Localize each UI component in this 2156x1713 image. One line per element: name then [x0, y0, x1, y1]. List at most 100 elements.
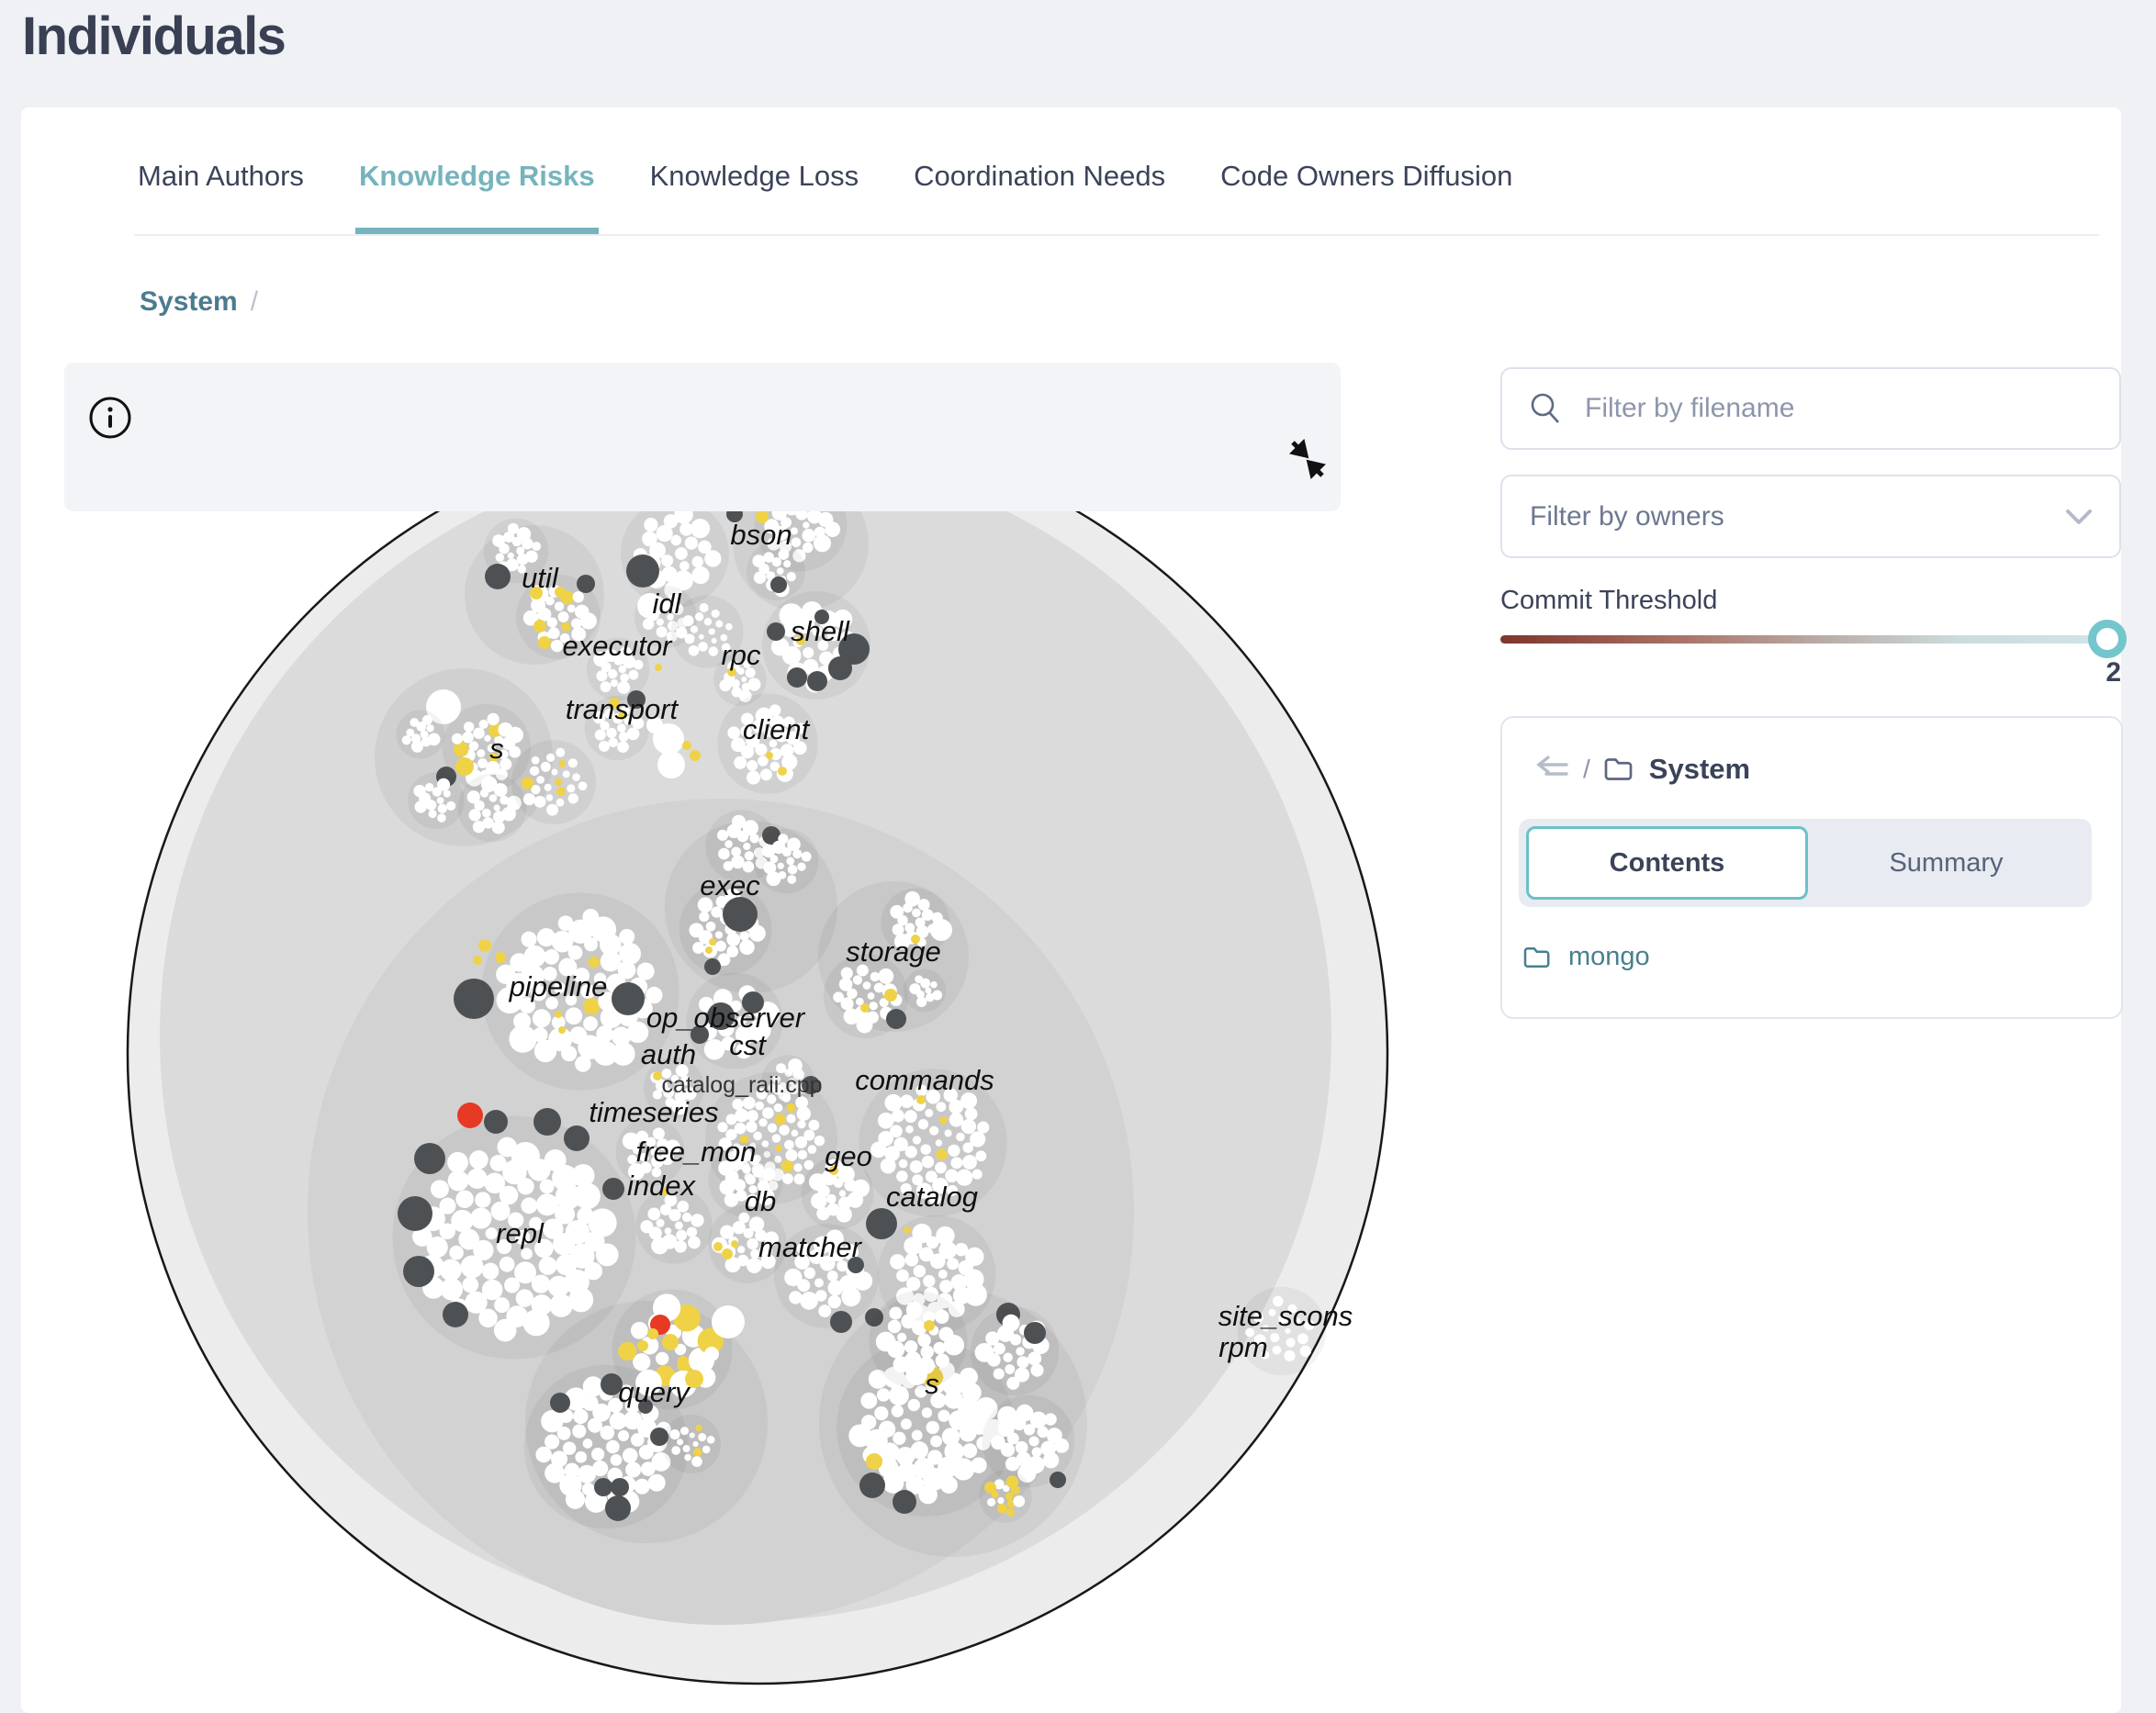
file-dot[interactable] [940, 1476, 958, 1494]
file-dot[interactable] [878, 1113, 894, 1129]
file-dot[interactable] [1029, 1436, 1039, 1446]
yellow-file-dot[interactable] [558, 1026, 566, 1034]
file-dot[interactable] [874, 1406, 888, 1420]
file-dot[interactable] [690, 1433, 695, 1439]
file-dot[interactable] [800, 1292, 818, 1310]
file-dot[interactable] [972, 1170, 983, 1180]
file-dot[interactable] [775, 1114, 786, 1125]
file-dot[interactable] [908, 1399, 920, 1411]
file-dot[interactable] [870, 1002, 878, 1010]
dark-file-dot[interactable] [866, 1208, 897, 1239]
file-dot[interactable] [556, 787, 566, 796]
file-dot[interactable] [734, 756, 747, 769]
file-dot[interactable] [438, 804, 447, 813]
file-dot[interactable] [715, 621, 723, 628]
dark-file-dot[interactable] [564, 1125, 590, 1151]
file-dot[interactable] [936, 1102, 946, 1112]
file-dot[interactable] [477, 749, 485, 757]
tab-contents[interactable]: Contents [1526, 826, 1808, 900]
file-dot[interactable] [890, 1254, 905, 1270]
yellow-file-dot[interactable] [495, 952, 506, 963]
file-dot[interactable] [702, 1446, 711, 1454]
file-dot[interactable] [778, 834, 788, 844]
file-dot[interactable] [685, 536, 698, 549]
file-dot[interactable] [643, 619, 654, 630]
file-dot[interactable] [900, 1094, 914, 1108]
dark-file-dot[interactable] [723, 897, 758, 932]
file-dot[interactable] [504, 1277, 520, 1293]
file-dot[interactable] [1030, 1364, 1043, 1377]
file-dot[interactable] [970, 1131, 985, 1147]
file-dot[interactable] [1054, 1439, 1069, 1453]
file-dot[interactable] [494, 1297, 510, 1313]
file-dot[interactable] [619, 929, 634, 945]
yellow-file-dot[interactable] [916, 1095, 926, 1104]
file-dot[interactable] [595, 729, 606, 740]
file-dot[interactable] [687, 1226, 697, 1237]
file-dot[interactable] [718, 848, 730, 860]
file-dot[interactable] [568, 1287, 593, 1312]
file-dot[interactable] [561, 1046, 577, 1061]
file-dot[interactable] [481, 776, 498, 792]
file-dot[interactable] [677, 1201, 689, 1213]
file-dot[interactable] [516, 1289, 533, 1306]
dark-file-dot[interactable] [577, 575, 595, 593]
file-dot[interactable] [546, 754, 555, 762]
file-dot[interactable] [803, 647, 814, 658]
yellow-file-dot[interactable] [866, 1453, 882, 1470]
file-dot[interactable] [698, 1433, 706, 1441]
file-dot[interactable] [601, 681, 612, 692]
file-dot[interactable] [792, 537, 802, 547]
file-dot[interactable] [731, 856, 745, 869]
file-dot[interactable] [715, 931, 723, 938]
file-dot[interactable] [676, 627, 688, 639]
file-dot[interactable] [1003, 1315, 1020, 1332]
file-dot[interactable] [965, 1248, 983, 1266]
file-dot[interactable] [741, 677, 747, 682]
file-dot[interactable] [492, 821, 505, 834]
file-dot[interactable] [868, 992, 875, 1000]
file-dot[interactable] [939, 1116, 947, 1124]
file-dot[interactable] [449, 1246, 464, 1260]
file-dot[interactable] [905, 1253, 919, 1267]
file-dot[interactable] [798, 1150, 807, 1159]
file-dot[interactable] [991, 1436, 1005, 1450]
file-dot[interactable] [897, 1333, 906, 1342]
file-dot[interactable] [888, 1320, 902, 1334]
file-dot[interactable] [920, 1144, 931, 1155]
file-dot[interactable] [904, 1110, 917, 1123]
file-dot[interactable] [617, 741, 629, 753]
file-dot[interactable] [651, 1237, 668, 1255]
file-dot[interactable] [665, 1227, 672, 1235]
file-dot[interactable] [755, 1102, 764, 1111]
file-dot[interactable] [749, 1216, 765, 1232]
yellow-file-dot[interactable] [473, 956, 482, 965]
file-dot[interactable] [532, 1274, 550, 1293]
file-dot[interactable] [935, 1162, 947, 1174]
file-dot[interactable] [700, 603, 709, 612]
file-dot[interactable] [568, 758, 578, 767]
file-dot[interactable] [601, 1426, 615, 1440]
file-dot[interactable] [1284, 1350, 1295, 1361]
file-dot[interactable] [698, 642, 708, 652]
file-dot[interactable] [490, 1155, 507, 1171]
file-dot[interactable] [447, 1152, 468, 1173]
file-dot[interactable] [532, 542, 541, 551]
file-dot[interactable] [711, 906, 722, 917]
file-dot[interactable] [691, 1214, 703, 1226]
file-dot[interactable] [754, 571, 766, 583]
yellow-file-dot[interactable] [778, 767, 787, 776]
file-dot[interactable] [530, 767, 539, 776]
file-dot[interactable] [975, 1150, 986, 1161]
file-dot[interactable] [521, 1248, 533, 1260]
file-dot[interactable] [517, 527, 531, 541]
file-dot[interactable] [466, 1169, 487, 1189]
file-dot[interactable] [541, 1410, 563, 1432]
file-dot[interactable] [961, 1383, 981, 1402]
file-dot[interactable] [508, 523, 519, 534]
file-dot[interactable] [695, 1425, 702, 1431]
file-dot[interactable] [706, 922, 716, 932]
file-dot[interactable] [743, 843, 750, 850]
file-dot[interactable] [523, 1309, 550, 1336]
file-dot[interactable] [787, 838, 801, 852]
